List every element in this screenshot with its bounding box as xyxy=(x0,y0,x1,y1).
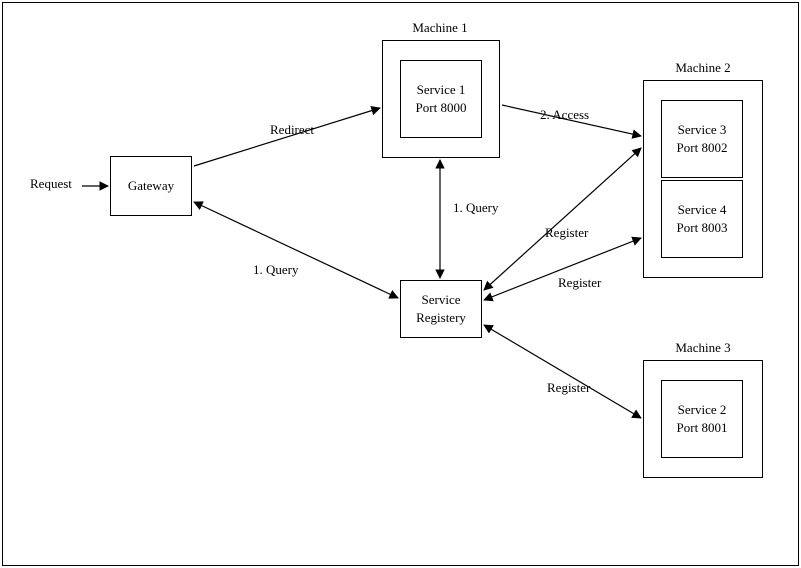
service-4-box: Service 4 Port 8003 xyxy=(661,180,743,258)
service-1-port: Port 8000 xyxy=(416,99,467,117)
service-3-name: Service 3 xyxy=(678,121,727,139)
query-top-label: 1. Query xyxy=(453,200,499,216)
machine-3-label: Machine 3 xyxy=(643,340,763,356)
service-1-name: Service 1 xyxy=(417,81,466,99)
service-2-box: Service 2 Port 8001 xyxy=(661,380,743,458)
register-3-label: Register xyxy=(547,380,590,396)
service-3-port: Port 8002 xyxy=(677,139,728,157)
redirect-label: Redirect xyxy=(270,122,314,138)
query-left-label: 1. Query xyxy=(253,262,299,278)
gateway-box: Gateway xyxy=(110,156,192,216)
service-2-name: Service 2 xyxy=(678,401,727,419)
request-label: Request xyxy=(30,176,72,192)
service-2-port: Port 8001 xyxy=(677,419,728,437)
service-1-box: Service 1 Port 8000 xyxy=(400,60,482,138)
service-4-name: Service 4 xyxy=(678,201,727,219)
gateway-label: Gateway xyxy=(128,177,174,195)
service-registry-box: Service Registery xyxy=(400,280,482,338)
registry-line1: Service xyxy=(422,291,461,309)
register-2-label: Register xyxy=(558,275,601,291)
registry-line2: Registery xyxy=(416,309,466,327)
machine-2-label: Machine 2 xyxy=(643,60,763,76)
access-label: 2. Access xyxy=(540,107,589,123)
service-4-port: Port 8003 xyxy=(677,219,728,237)
register-1-label: Register xyxy=(545,225,588,241)
machine-1-label: Machine 1 xyxy=(380,20,500,36)
service-3-box: Service 3 Port 8002 xyxy=(661,100,743,178)
